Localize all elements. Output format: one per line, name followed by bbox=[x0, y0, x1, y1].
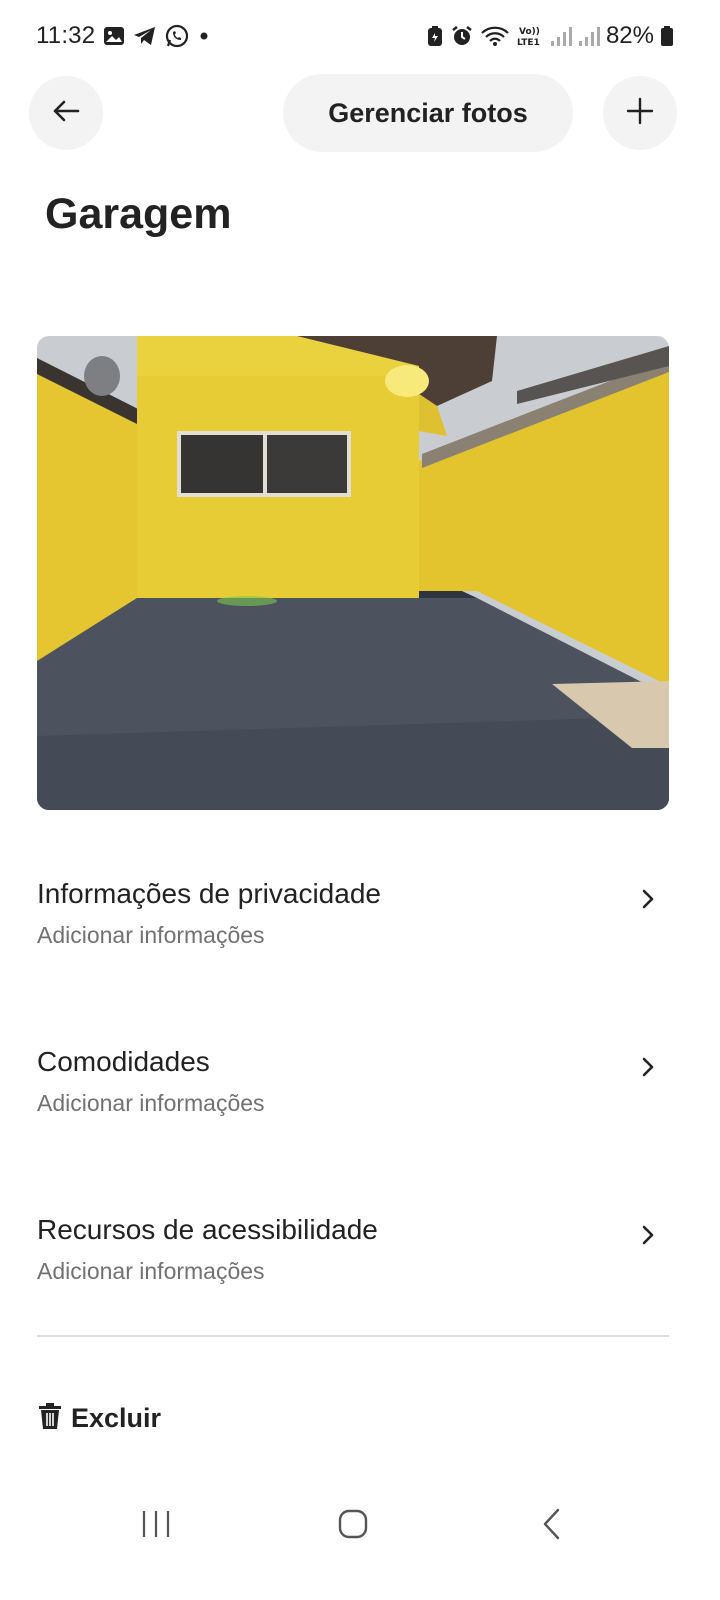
amenities-row[interactable]: Comodidades Adicionar informações bbox=[37, 1046, 669, 1142]
navigation-bar bbox=[0, 1480, 720, 1570]
status-right: Vo)) LTE1 82% bbox=[426, 22, 674, 50]
svg-text:LTE1: LTE1 bbox=[517, 38, 540, 48]
volte-icon: Vo)) LTE1 bbox=[516, 24, 544, 48]
status-left: 11:32 bbox=[36, 22, 211, 50]
manage-photos-button[interactable]: Gerenciar fotos bbox=[283, 74, 573, 152]
status-bar: 11:32 Vo)) LTE1 82% bbox=[0, 0, 720, 74]
telegram-icon bbox=[133, 25, 157, 47]
row-title: Comodidades bbox=[37, 1046, 210, 1077]
delete-button[interactable]: Excluir bbox=[37, 1398, 161, 1438]
add-photo-button[interactable] bbox=[603, 76, 677, 150]
recents-button[interactable] bbox=[126, 1502, 186, 1550]
accessibility-row[interactable]: Recursos de acessibilidade Adicionar inf… bbox=[37, 1214, 669, 1310]
chevron-right-icon bbox=[633, 1052, 663, 1082]
battery-saver-icon bbox=[426, 25, 444, 47]
delete-label: Excluir bbox=[71, 1402, 162, 1433]
svg-text:Vo)): Vo)) bbox=[519, 27, 540, 37]
chevron-right-icon bbox=[633, 884, 663, 914]
row-subtitle: Adicionar informações bbox=[37, 1258, 265, 1284]
row-title: Informações de privacidade bbox=[37, 878, 381, 909]
home-icon bbox=[337, 1508, 369, 1545]
dot-icon bbox=[197, 29, 211, 43]
signal-icon-2 bbox=[578, 25, 600, 47]
garage-photo[interactable] bbox=[37, 336, 669, 810]
alarm-icon bbox=[450, 25, 474, 47]
row-subtitle: Adicionar informações bbox=[37, 922, 265, 948]
back-icon bbox=[540, 1508, 564, 1545]
recents-icon bbox=[139, 1509, 173, 1544]
whatsapp-icon bbox=[165, 24, 189, 48]
chevron-right-icon bbox=[633, 1220, 663, 1250]
divider bbox=[37, 1335, 669, 1337]
battery-icon bbox=[660, 25, 674, 47]
status-time: 11:32 bbox=[36, 22, 96, 49]
battery-percentage: 82% bbox=[605, 22, 654, 49]
row-subtitle: Adicionar informações bbox=[37, 1090, 265, 1116]
home-button[interactable] bbox=[323, 1502, 383, 1550]
gallery-icon bbox=[103, 25, 125, 47]
page-title: Garagem bbox=[45, 190, 232, 238]
wifi-icon bbox=[480, 25, 510, 47]
trash-icon bbox=[37, 1402, 63, 1435]
signal-icon bbox=[550, 25, 572, 47]
row-title: Recursos de acessibilidade bbox=[37, 1214, 378, 1245]
privacy-info-row[interactable]: Informações de privacidade Adicionar inf… bbox=[37, 878, 669, 974]
back-button[interactable] bbox=[29, 76, 103, 150]
system-back-button[interactable] bbox=[522, 1502, 582, 1550]
plus-icon bbox=[625, 96, 655, 131]
arrow-left-icon bbox=[51, 96, 81, 131]
